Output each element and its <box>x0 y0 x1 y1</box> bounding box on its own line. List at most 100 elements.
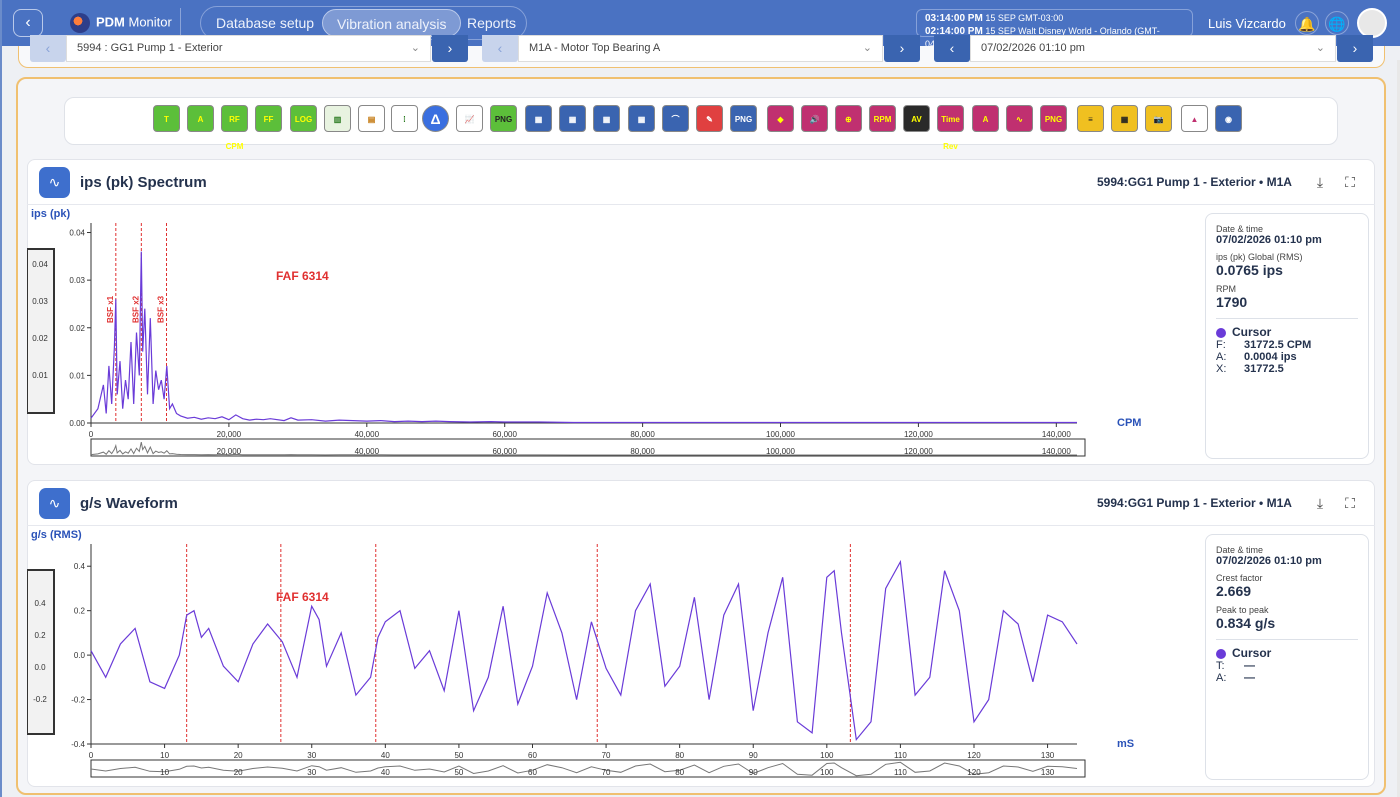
chevron-down-icon: ⌄ <box>410 42 420 54</box>
date-prev-button[interactable]: ‹ <box>934 35 970 62</box>
toolbar-tool-19[interactable]: ◆ <box>767 105 794 132</box>
left-edge <box>0 0 2 797</box>
toolbar-tool-15[interactable]: ▦ <box>628 105 655 132</box>
machine-select[interactable]: 5994 : GG1 Pump 1 - Exterior ⌄ <box>66 35 431 62</box>
local-time-detail: 15 SEP GMT-03:00 <box>985 13 1064 23</box>
toolbar-tool-23[interactable]: AV <box>903 105 930 132</box>
toolbar-tool-14[interactable]: ▦ <box>593 105 620 132</box>
user-name[interactable]: Luis Vizcardo <box>1208 16 1286 31</box>
globe-icon[interactable]: 🌐 <box>1325 11 1349 35</box>
toolbar-tool-6[interactable]: ▥ <box>324 105 351 132</box>
toolbar-tool-2[interactable]: A <box>187 105 214 132</box>
toolbar-tool-22[interactable]: RPM <box>869 105 896 132</box>
fullscreen-icon[interactable]: ⛶ <box>1341 494 1359 512</box>
spectrum-chart[interactable]: ips (pk) CPM 0.04 0.03 0.02 0.01 0.00 0.01 0.02 0… <box>27 205 1202 463</box>
overview-tick-label: 100,000 <box>766 447 795 456</box>
x-tick-label: 110 <box>894 751 907 760</box>
download-icon[interactable]: ⤓ <box>1311 494 1329 512</box>
x-tick-label: 80 <box>675 751 684 760</box>
toolbar-tool-31[interactable]: ▲ <box>1181 105 1208 132</box>
toolbar-tool-28[interactable]: ≡ <box>1077 105 1104 132</box>
toolbar-tool-24[interactable]: Time Rev <box>937 105 964 151</box>
y-scroller-tick: 0.01 <box>32 371 48 380</box>
cursor-table: T: — A: — <box>1216 660 1255 684</box>
cursor-dot-icon <box>1216 648 1226 659</box>
bell-icon[interactable]: 🔔 <box>1295 11 1319 35</box>
avatar[interactable] <box>1357 8 1387 38</box>
download-icon[interactable]: ⤓ <box>1311 173 1329 191</box>
toolbar-tool-3[interactable]: RF CPM <box>221 105 248 151</box>
toolbar-tool-21[interactable]: ⊕ <box>835 105 862 132</box>
spectrum-context: 5994:GG1 Pump 1 - Exterior • M1A <box>1097 175 1292 189</box>
waveform-pulse-icon: ∿ <box>39 488 70 519</box>
machine-prev-button[interactable]: ‹ <box>30 35 66 62</box>
fullscreen-icon[interactable]: ⛶ <box>1341 173 1359 191</box>
cursor-label: Cursor <box>1232 646 1272 660</box>
tab-vibration-analysis[interactable]: Vibration analysis <box>322 9 462 37</box>
toolbar-tool-32[interactable]: ◉ <box>1215 105 1242 132</box>
cursor-value: 31772.5 CPM <box>1244 339 1312 351</box>
cursor-table: F: 31772.5 CPM A: 0.0004 ips X: 31772.5 <box>1216 339 1311 375</box>
toolbar-tool-8[interactable]: ⁞ <box>391 105 418 132</box>
toolbar-tool-11[interactable]: PNG <box>490 105 517 132</box>
x-tick-label: 120 <box>967 751 981 760</box>
divider <box>1216 639 1358 640</box>
y-scroller-tick: -0.2 <box>33 695 47 704</box>
toolbar-tool-20[interactable]: 🔊 <box>801 105 828 132</box>
toolbar-tool-4[interactable]: FF <box>255 105 282 132</box>
toolbar-tool-26[interactable]: ∿ <box>1006 105 1033 132</box>
toolbar-tool-9[interactable]: Δ <box>422 105 449 132</box>
toolbar-tool-13[interactable]: ▦ <box>559 105 586 132</box>
toolbar-tool-12[interactable]: ▦ <box>525 105 552 132</box>
cursor-label: Cursor <box>1232 325 1272 339</box>
overview-tick-label: 40 <box>381 768 390 777</box>
y-scroller-tick: 0.03 <box>32 297 48 306</box>
waveform-chart[interactable]: g/s (RMS) mS 0.4 0.2 0.0 -0.2 -0.4 -0.2 0.0 0.2 0.… <box>27 526 1202 784</box>
point-select[interactable]: M1A - Motor Top Bearing A ⌄ <box>518 35 883 62</box>
overview-tick-label: 50 <box>454 768 463 777</box>
date-select[interactable]: 07/02/2026 01:10 pm ⌄ <box>970 35 1336 62</box>
date-next-button[interactable]: › <box>1337 35 1373 62</box>
pdm-logo-icon <box>70 13 90 33</box>
series-line <box>90 251 1077 424</box>
cursor-key: A: <box>1216 672 1227 684</box>
toolbar-tool-18[interactable]: PNG <box>730 105 757 132</box>
toolbar-tool-7[interactable]: ▤ <box>358 105 385 132</box>
toolbar-tool-30[interactable]: 📷 <box>1145 105 1172 132</box>
spectrum-title: ips (pk) Spectrum <box>80 174 207 191</box>
tab-reports[interactable]: Reports <box>453 9 530 37</box>
toolbar-tool-5[interactable]: LOG <box>290 105 317 132</box>
y-tick-label: 0.0 <box>74 651 86 660</box>
x-axis-label: mS <box>1117 738 1134 750</box>
chevron-left-icon: ‹ <box>25 14 31 31</box>
cursor-key: A: <box>1216 351 1227 363</box>
toolbar-tool-17[interactable]: ✎ <box>696 105 723 132</box>
overview-tick-label: 100 <box>820 768 834 777</box>
toolbar-tool-25[interactable]: A <box>972 105 999 132</box>
back-button[interactable]: ‹ <box>13 9 43 37</box>
overview-tick-label: 110 <box>894 768 907 777</box>
marker-label: BSF x1 <box>106 295 115 323</box>
y-tick-label: -0.2 <box>71 696 85 705</box>
annotation-label: FAF 6314 <box>276 590 329 604</box>
tab-database-setup[interactable]: Database setup <box>202 9 328 37</box>
toolbar-tool-27[interactable]: PNG <box>1040 105 1067 132</box>
machine-next-button[interactable]: › <box>432 35 468 62</box>
machine-select-value: 5994 : GG1 Pump 1 - Exterior <box>77 42 223 54</box>
toolbar-tool-16[interactable]: ⌒ <box>662 105 689 132</box>
chevron-down-icon: ⌄ <box>1315 42 1325 54</box>
rpm-label: RPM <box>1216 284 1236 294</box>
y-tick-label: 0.01 <box>69 371 85 380</box>
point-prev-button[interactable]: ‹ <box>482 35 518 62</box>
toolbar-tool-29[interactable]: ▦ <box>1111 105 1138 132</box>
toolbar-tool-10[interactable]: 📈 <box>456 105 483 132</box>
waveform-pulse-icon: ∿ <box>39 167 70 198</box>
point-next-button[interactable]: › <box>884 35 920 62</box>
global-value: 0.0765 ips <box>1216 262 1283 278</box>
marker-label: BSF x2 <box>131 295 140 323</box>
x-tick-label: 20,000 <box>217 430 242 439</box>
x-tick-label: 90 <box>749 751 758 760</box>
timezone-clock[interactable]: 03:14:00 PM 15 SEP GMT-03:00 02:14:00 PM… <box>916 9 1193 49</box>
toolbar-tool-1[interactable]: T <box>153 105 180 132</box>
date-value: 07/02/2026 01:10 pm <box>1216 234 1322 246</box>
